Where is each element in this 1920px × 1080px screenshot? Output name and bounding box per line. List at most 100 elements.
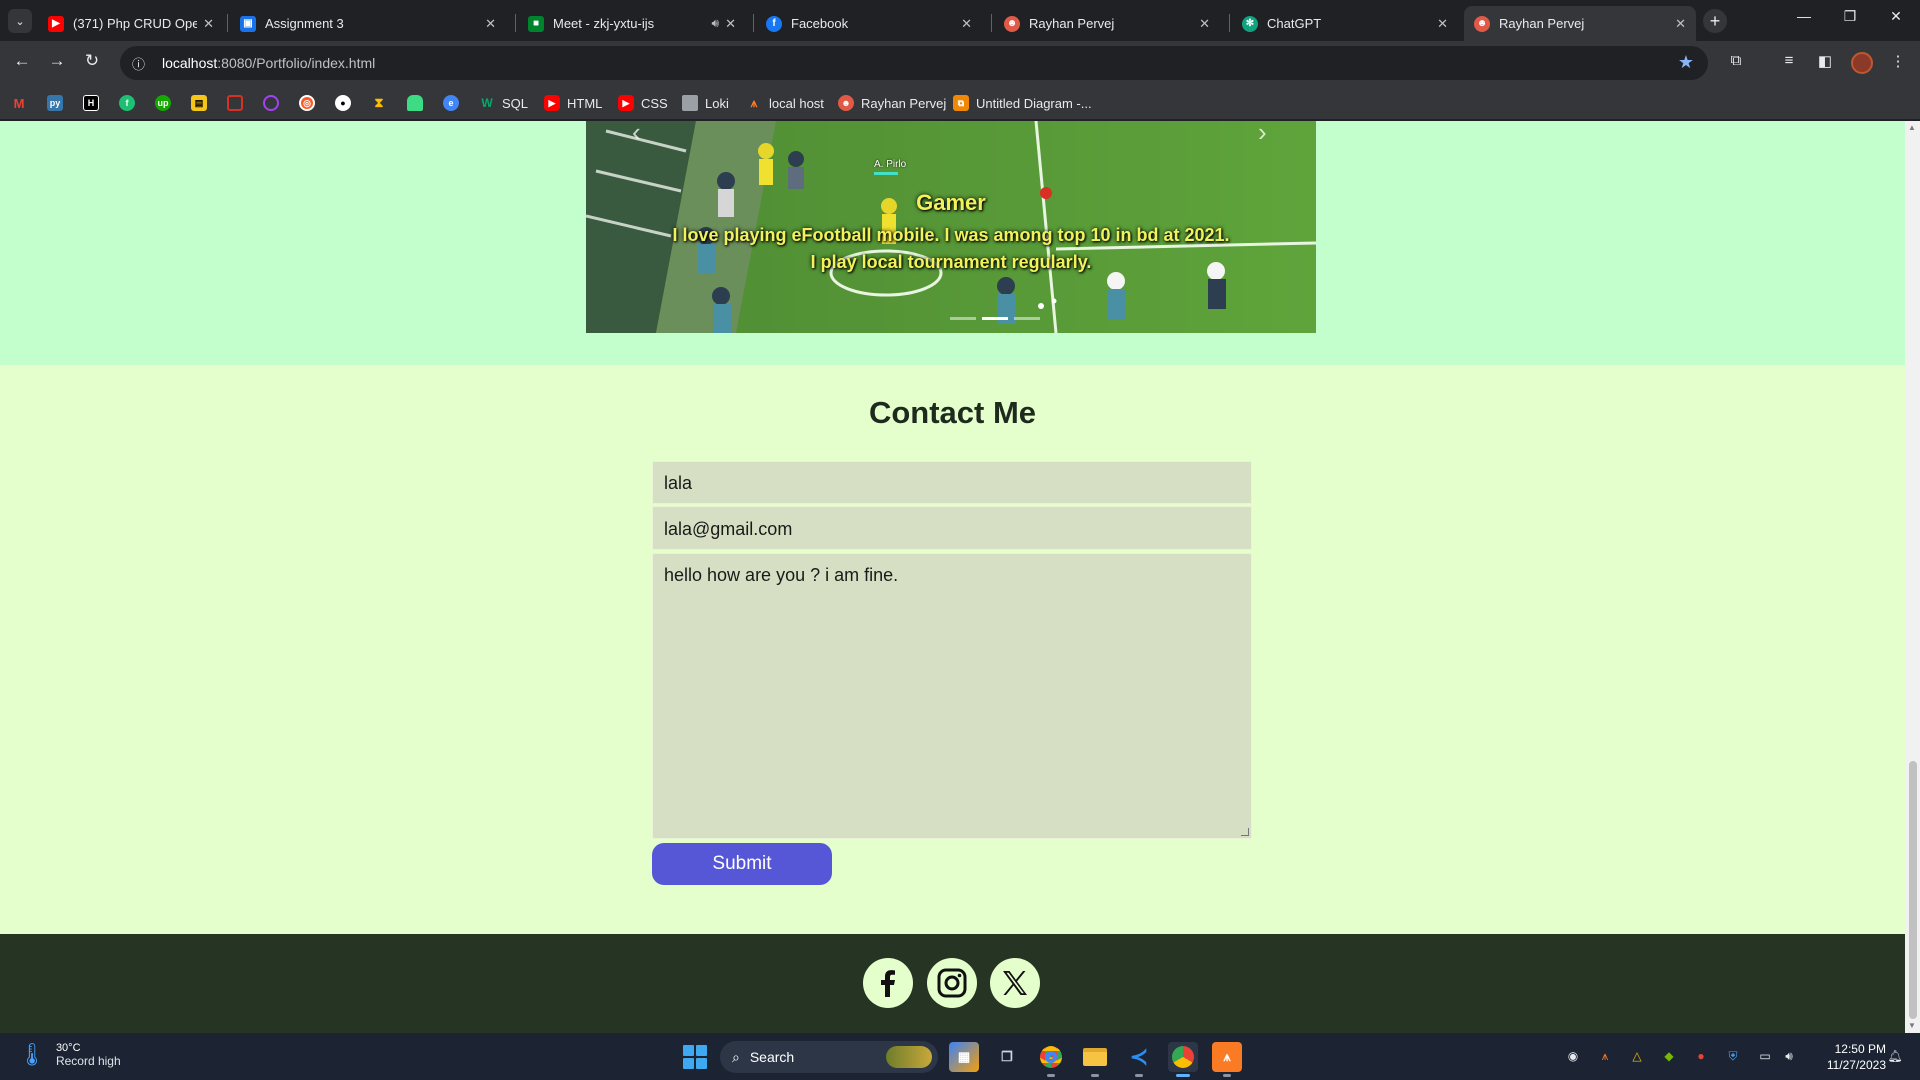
bookmark-hourglass[interactable]: ⧗ [371, 92, 387, 114]
media-controls-icon[interactable]: ≡ [1778, 52, 1800, 69]
xampp-icon[interactable]: ⩚ [1212, 1042, 1242, 1077]
tab-facebook[interactable]: f Facebook ✕ [756, 6, 982, 41]
google-drive-icon[interactable]: △ [1628, 1047, 1646, 1065]
bookmark-python[interactable]: py [47, 92, 63, 114]
restore-button[interactable]: ❐ [1827, 8, 1873, 25]
bookmark-fiverr[interactable]: f [119, 92, 135, 114]
carousel-indicator[interactable] [950, 317, 976, 320]
close-icon[interactable]: ✕ [725, 16, 736, 32]
reload-button[interactable]: ↻ [80, 51, 104, 71]
close-icon[interactable]: ✕ [961, 16, 972, 32]
steam-icon[interactable]: ◉ [1564, 1047, 1582, 1065]
submit-button[interactable]: Submit [652, 843, 832, 885]
chrome-profile-icon[interactable] [1168, 1042, 1198, 1077]
bookmark-github[interactable]: ● [335, 92, 351, 114]
bookmark-html[interactable]: ▶ HTML [544, 92, 602, 114]
xampp-icon: ⩚ [750, 95, 758, 110]
carousel-text-line2: I play local tournament regularly. [810, 252, 1092, 272]
weather-widget[interactable]: 🌡︎ 30°C Record high [18, 1042, 121, 1068]
bookmark-star-icon[interactable]: ★ [1678, 52, 1694, 73]
github-icon: ● [335, 95, 351, 111]
tab-meet[interactable]: ■ Meet - zkj-yxtu-ijs 🔊︎ ✕ [518, 6, 746, 41]
close-icon[interactable]: ✕ [1199, 16, 1210, 32]
bookmark-sql[interactable]: W SQL [479, 92, 528, 114]
x-link[interactable] [990, 958, 1040, 1008]
side-panel-icon[interactable]: ◧ [1814, 52, 1836, 70]
email-input[interactable]: lala@gmail.com [652, 506, 1252, 550]
carousel-indicator[interactable] [1014, 317, 1040, 320]
bookmark-hackerrank[interactable]: H [83, 92, 99, 114]
windows-logo-tile [696, 1045, 707, 1056]
close-icon[interactable]: ✕ [1437, 16, 1448, 32]
carousel-title: Gamer [916, 190, 986, 215]
resize-handle[interactable] [1241, 828, 1249, 836]
network-icon[interactable]: ▭ [1756, 1047, 1774, 1065]
tab-title: (371) Php CRUD Operations Tut [73, 16, 198, 31]
notification-bell-icon[interactable]: 🔔︎ [1886, 1047, 1904, 1065]
name-input[interactable]: lala [652, 461, 1252, 504]
tab-search-button[interactable]: ⌄ [8, 9, 32, 33]
scroll-thumb[interactable] [1909, 761, 1917, 1019]
windows-taskbar: 🌡︎ 30°C Record high ⌕ Search ▦ ❐ ≺ ⩚ ◉ ⩚… [0, 1033, 1920, 1080]
bookmark-loki[interactable]: Loki [682, 92, 729, 114]
bookmark-yellow[interactable]: ▤ [191, 92, 207, 114]
bookmark-red[interactable] [227, 92, 243, 114]
tab-assignment[interactable]: ▣ Assignment 3 ✕ [230, 6, 506, 41]
weather-temp: 30°C [55, 1042, 81, 1054]
forward-button[interactable]: → [45, 51, 69, 71]
windows-logo-tile [696, 1058, 707, 1069]
widgets-icon[interactable]: ▦ [949, 1042, 979, 1072]
address-bar[interactable]: ⓘ localhost:8080/Portfolio/index.html ★ [120, 46, 1708, 80]
taskbar-search[interactable]: ⌕ Search [720, 1041, 938, 1073]
carousel-next-icon[interactable]: › [1258, 121, 1267, 148]
site-info-icon[interactable]: ⓘ [132, 54, 152, 73]
bookmark-edge[interactable]: e [443, 92, 459, 114]
vscode-icon[interactable]: ≺ [1124, 1042, 1154, 1077]
close-icon[interactable]: ✕ [485, 16, 496, 32]
bookmark-local-host[interactable]: ⩚ local host [746, 92, 824, 114]
bookmark-android[interactable] [407, 92, 423, 114]
close-icon[interactable]: ✕ [203, 16, 214, 32]
bookmark-css[interactable]: ▶ CSS [618, 92, 668, 114]
carousel-indicator-active[interactable] [982, 317, 1008, 320]
bookmark-drawio[interactable]: ⧉ Untitled Diagram -... [953, 92, 1092, 114]
scroll-up-icon[interactable]: ▲ [1908, 123, 1916, 132]
message-textarea[interactable]: hello how are you ? i am fine. [652, 553, 1252, 839]
xampp-tray-icon[interactable]: ⩚ [1596, 1047, 1614, 1065]
instagram-link[interactable] [927, 958, 977, 1008]
tab-youtube[interactable]: ▶ (371) Php CRUD Operations Tut ✕ [38, 6, 224, 41]
bookmark-target[interactable]: ◎ [299, 92, 315, 114]
nvidia-icon[interactable]: ◆ [1660, 1047, 1678, 1065]
close-icon[interactable]: ✕ [1675, 16, 1686, 32]
bookmark-upwork[interactable]: up [155, 92, 171, 114]
minimize-button[interactable]: — [1781, 8, 1827, 24]
window-close-button[interactable]: ✕ [1873, 8, 1919, 25]
volume-icon[interactable]: 🔊︎ [1780, 1047, 1798, 1065]
bookmark-rayhan[interactable]: ☻ Rayhan Pervej [838, 92, 946, 114]
facebook-link[interactable] [863, 958, 913, 1008]
system-clock[interactable]: 12:50 PM 11/27/2023 [1810, 1041, 1886, 1073]
carousel-prev-icon[interactable]: ‹ [632, 121, 641, 148]
task-view-icon[interactable]: ❐ [992, 1042, 1022, 1072]
tab-chatgpt[interactable]: ✻ ChatGPT ✕ [1232, 6, 1458, 41]
scroll-down-icon[interactable]: ▼ [1908, 1021, 1916, 1030]
defender-icon[interactable]: ⛨ [1724, 1047, 1742, 1065]
menu-icon[interactable]: ⋮ [1887, 52, 1909, 70]
page-scrollbar[interactable]: ▲ ▼ [1905, 121, 1920, 1033]
chrome-icon[interactable] [1036, 1042, 1066, 1077]
new-tab-button[interactable]: + [1703, 9, 1727, 33]
tab-rayhan-active[interactable]: ☻ Rayhan Pervej ✕ [1464, 6, 1696, 41]
start-button[interactable] [683, 1045, 707, 1069]
bookmark-circle[interactable] [263, 92, 279, 114]
android-icon [407, 95, 423, 111]
extensions-icon[interactable]: ⧉ [1725, 52, 1747, 69]
chatgpt-icon: ✻ [1242, 15, 1258, 32]
profile-avatar[interactable] [1851, 52, 1873, 74]
file-explorer-icon[interactable] [1080, 1042, 1110, 1077]
tab-rayhan-1[interactable]: ☻ Rayhan Pervej ✕ [994, 6, 1220, 41]
speaker-icon[interactable]: 🔊︎ [712, 16, 720, 31]
bookmark-gmail[interactable]: M [11, 92, 27, 114]
back-button[interactable]: ← [10, 51, 34, 71]
chrome-tray-icon[interactable]: ● [1692, 1047, 1710, 1065]
bookmarks-bar: M py H f up ▤ ◎ ● ⧗ e W SQL ▶ HTML ▶ CSS Lo… [0, 85, 1920, 120]
